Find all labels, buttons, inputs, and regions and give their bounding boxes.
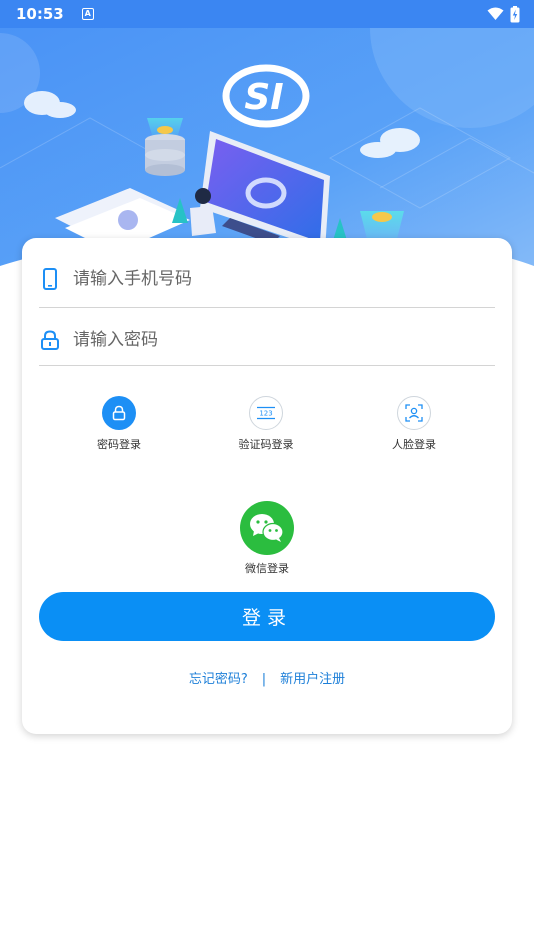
- lock-icon: [39, 328, 61, 352]
- face-login-label: 人脸登录: [392, 438, 436, 451]
- wechat-login-option[interactable]: 微信登录: [227, 501, 307, 576]
- auth-links: 忘记密码? | 新用户注册: [22, 668, 512, 687]
- login-button[interactable]: 登录: [39, 592, 495, 641]
- password-field: [39, 314, 495, 366]
- phone-icon: [39, 267, 61, 291]
- code-login-option[interactable]: 123 验证码登录: [221, 396, 311, 452]
- face-scan-icon: [397, 396, 431, 430]
- phone-field: [39, 250, 495, 308]
- notification-a-icon: A: [81, 8, 94, 20]
- svg-text:123: 123: [259, 410, 272, 418]
- face-login-option[interactable]: 人脸登录: [369, 396, 459, 452]
- password-login-option[interactable]: 密码登录: [74, 396, 164, 452]
- wifi-icon: [487, 7, 504, 20]
- login-card: 密码登录 123 验证码登录 人脸登录: [22, 238, 512, 734]
- lock-icon: [102, 396, 136, 430]
- code-123-icon: 123: [249, 396, 283, 430]
- code-login-label: 验证码登录: [238, 438, 294, 451]
- password-input[interactable]: [73, 329, 473, 350]
- login-methods: 密码登录 123 验证码登录 人脸登录: [22, 396, 512, 456]
- register-link[interactable]: 新用户注册: [280, 672, 345, 687]
- status-bar: 10:53 A: [0, 0, 534, 28]
- link-separator: |: [261, 672, 267, 687]
- status-time: 10:53: [16, 5, 64, 23]
- password-login-label: 密码登录: [97, 438, 141, 451]
- logo-text: SI: [244, 77, 283, 118]
- battery-icon: [510, 5, 520, 22]
- phone-input[interactable]: [73, 268, 473, 289]
- forgot-password-link[interactable]: 忘记密码?: [189, 672, 248, 687]
- wechat-login-label: 微信登录: [245, 562, 289, 575]
- wechat-icon: [240, 501, 294, 555]
